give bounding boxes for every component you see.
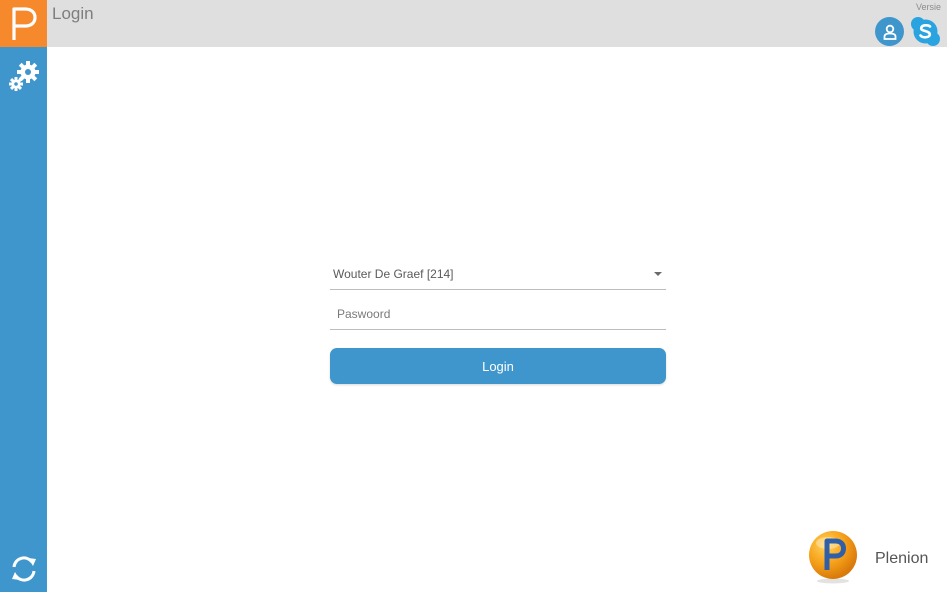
version-label: Versie [915,2,941,12]
brand-name: Plenion [875,550,929,567]
skype-button[interactable] [910,16,941,47]
sync-button[interactable] [7,552,41,586]
login-form: Wouter De Graef [214] Login [330,258,666,384]
page-title: Login [52,4,94,23]
password-input[interactable] [330,298,666,330]
p-logo-icon [11,6,37,40]
settings-button[interactable] [6,58,42,94]
app-logo [0,0,47,47]
user-button[interactable] [875,17,904,46]
app-window: Login Versie Wouter De Graef [214] Login [0,0,947,592]
gear-icon [9,61,39,91]
chevron-down-icon [654,272,662,276]
sync-icon [12,556,36,582]
user-select-value: Wouter De Graef [214] [333,267,454,281]
plenion-logo-icon [809,531,857,584]
skype-icon [911,17,940,46]
user-icon [883,24,896,40]
user-select[interactable]: Wouter De Graef [214] [330,258,666,290]
sidebar [0,0,47,592]
header: Login Versie [47,0,947,47]
login-button[interactable]: Login [330,348,666,384]
